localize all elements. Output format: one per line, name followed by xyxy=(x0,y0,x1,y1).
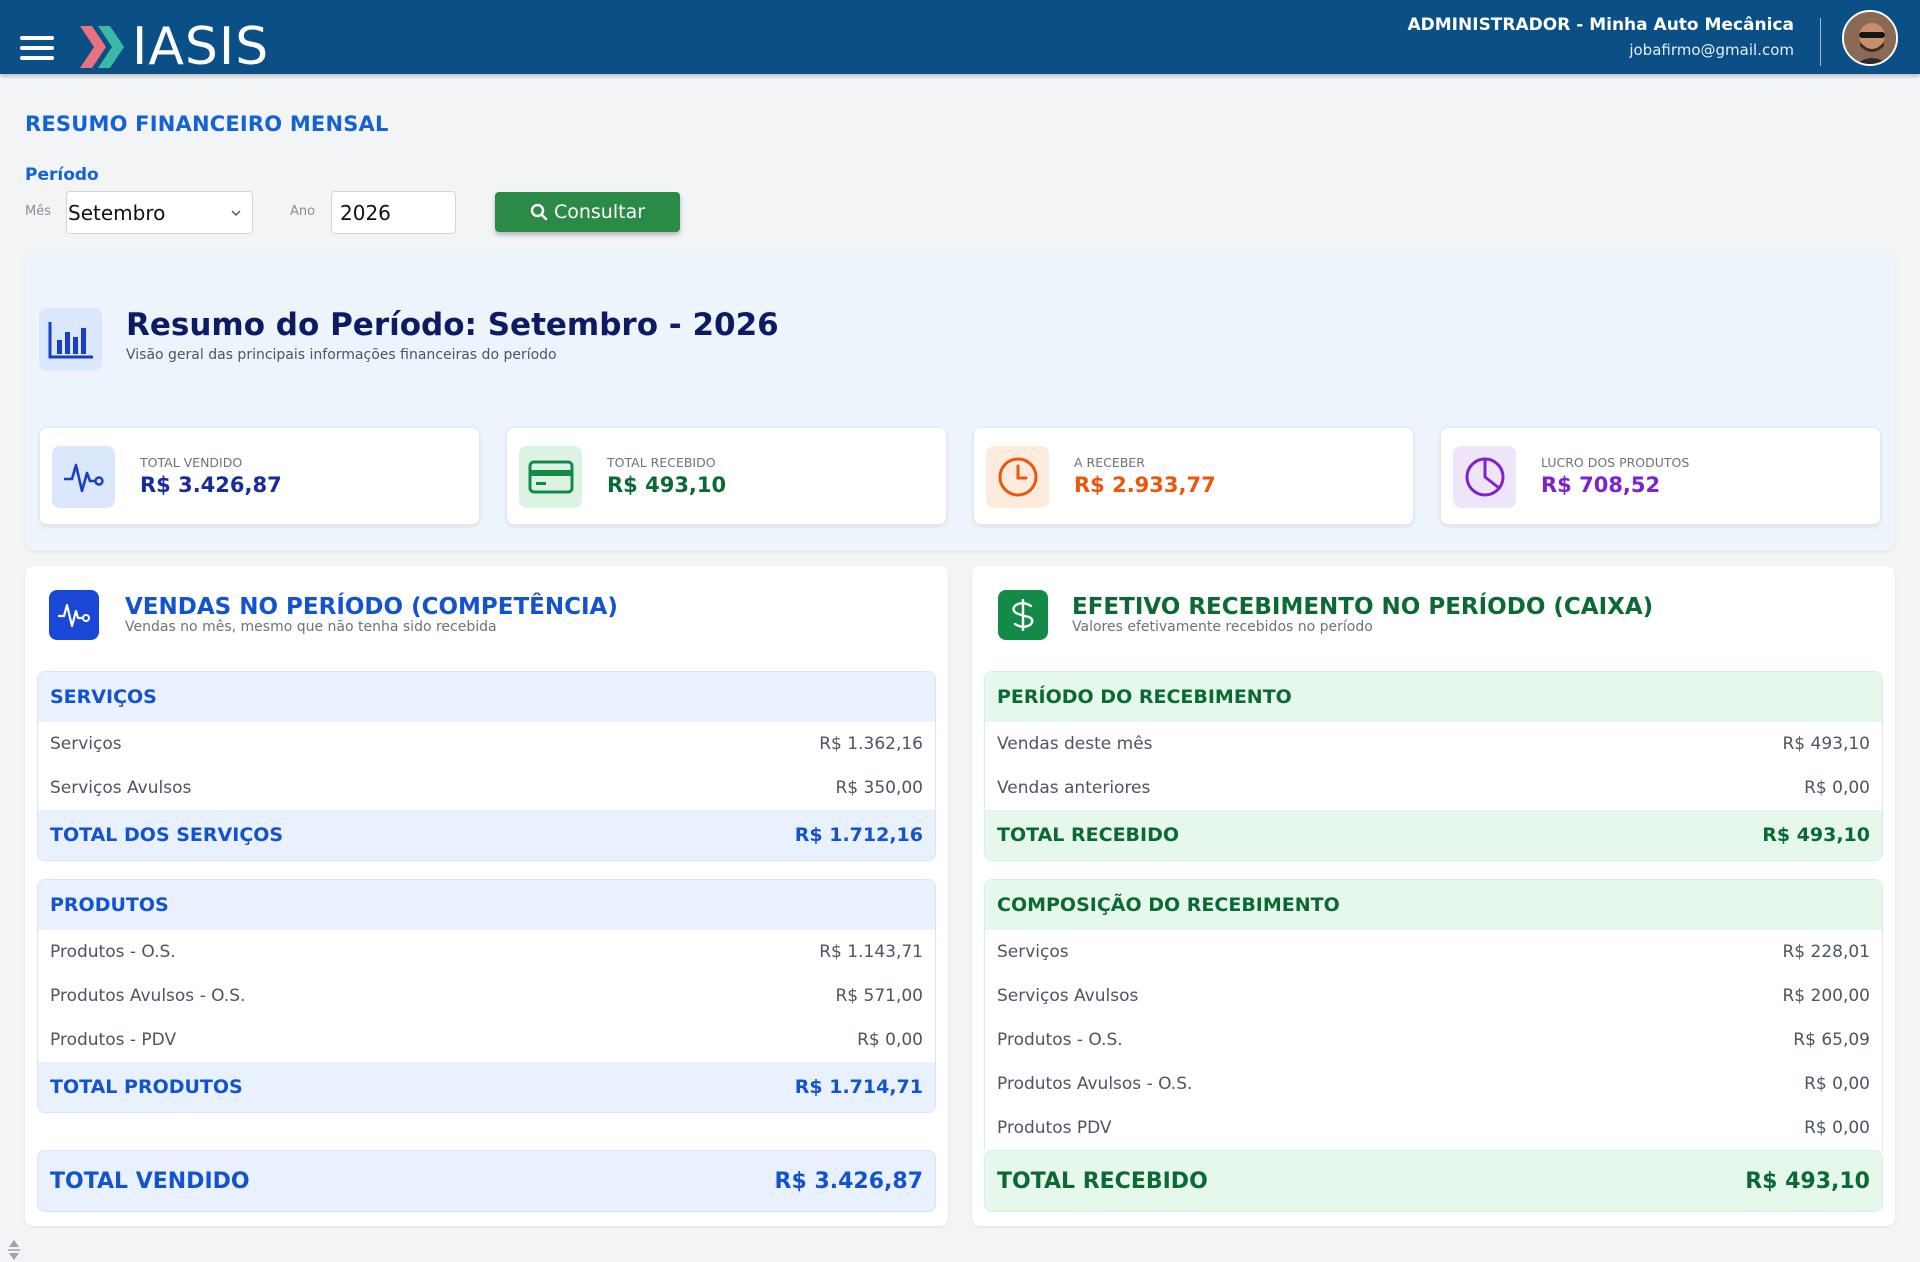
receipts-title: EFETIVO RECEBIMENTO NO PERÍODO (CAIXA) xyxy=(1072,594,1654,620)
list-item: Produtos Avulsos - O.S. R$ 0,00 xyxy=(997,1074,1870,1094)
products-group: PRODUTOS Produtos - O.S. R$ 1.143,71 Prod… xyxy=(37,879,936,1113)
pie-chart-icon xyxy=(1453,446,1516,508)
kpi-label: LUCRO DOS PRODUTOS xyxy=(1541,455,1690,470)
month-label: Mês xyxy=(25,204,51,219)
receipts-panel: EFETIVO RECEBIMENTO NO PERÍODO (CAIXA) V… xyxy=(972,566,1895,1226)
top-bar: IASIS ADMINISTRADOR - Minha Auto Mecânic… xyxy=(0,0,1920,74)
consult-button-label: Consultar xyxy=(553,201,646,223)
list-item: Produtos - PDV R$ 0,00 xyxy=(50,1030,923,1050)
list-item: Serviços R$ 1.362,16 xyxy=(50,734,923,754)
grand-total-received: TOTAL RECEBIDO R$ 493,10 xyxy=(984,1150,1883,1212)
services-heading: SERVIÇOS xyxy=(38,672,935,722)
month-select[interactable]: Setembro xyxy=(66,191,253,234)
page-title: RESUMO FINANCEIRO MENSAL xyxy=(25,112,389,136)
clock-icon xyxy=(986,446,1049,508)
logo[interactable]: IASIS xyxy=(80,17,270,77)
kpi-value: R$ 2.933,77 xyxy=(1074,473,1216,497)
kpi-label: TOTAL RECEBIDO xyxy=(607,455,716,470)
products-total: TOTAL PRODUTOS R$ 1.714,71 xyxy=(38,1062,935,1112)
user-role-company: ADMINISTRADOR - Minha Auto Mecânica xyxy=(1407,15,1795,35)
list-item: Produtos PDV R$ 0,00 xyxy=(997,1118,1870,1138)
period-label: Período xyxy=(25,165,99,185)
avatar[interactable] xyxy=(1842,10,1898,66)
logo-text: IASIS xyxy=(132,17,270,77)
kpi-total-sold: TOTAL VENDIDO R$ 3.426,87 xyxy=(39,427,480,525)
kpi-value: R$ 3.426,87 xyxy=(140,473,282,497)
kpi-value: R$ 708,52 xyxy=(1541,473,1661,497)
receipts-subtitle: Valores efetivamente recebidos no períod… xyxy=(1072,619,1373,635)
kpi-product-profit: LUCRO DOS PRODUTOS R$ 708,52 xyxy=(1440,427,1881,525)
receipt-composition-group: COMPOSIÇÃO DO RECEBIMENTO Serviços R$ 228… xyxy=(984,879,1883,1150)
summary-title: Resumo do Período: Setembro - 2026 xyxy=(126,307,779,343)
receipt-period-heading: PERÍODO DO RECEBIMENTO xyxy=(985,672,1882,722)
kpi-to-receive: A RECEBER R$ 2.933,77 xyxy=(973,427,1414,525)
list-item: Produtos - O.S. R$ 65,09 xyxy=(997,1030,1870,1050)
kpi-label: TOTAL VENDIDO xyxy=(140,455,243,470)
consult-button[interactable]: Consultar xyxy=(495,192,680,232)
services-group: SERVIÇOS Serviços R$ 1.362,16 Serviços Av… xyxy=(37,671,936,861)
user-email: jobafirmo@gmail.com xyxy=(1629,41,1794,59)
sales-subtitle: Vendas no mês, mesmo que não tenha sido … xyxy=(125,619,497,635)
list-item: Vendas deste mês R$ 493,10 xyxy=(997,734,1870,754)
chevron-down-icon xyxy=(231,210,241,217)
list-item: Serviços Avulsos R$ 350,00 xyxy=(50,778,923,798)
credit-card-icon xyxy=(519,446,582,508)
menu-icon[interactable] xyxy=(20,36,54,64)
year-input[interactable] xyxy=(331,191,456,234)
receipt-composition-heading: COMPOSIÇÃO DO RECEBIMENTO xyxy=(985,880,1882,930)
year-label: Ano xyxy=(290,204,316,219)
kpi-label: A RECEBER xyxy=(1074,455,1145,470)
receipt-period-group: PERÍODO DO RECEBIMENTO Vendas deste mês R… xyxy=(984,671,1883,861)
products-heading: PRODUTOS xyxy=(38,880,935,930)
logo-chevrons-icon xyxy=(80,26,124,68)
bar-chart-icon xyxy=(39,308,102,371)
sales-panel: VENDAS NO PERÍODO (COMPETÊNCIA) Vendas n… xyxy=(25,566,948,1226)
search-icon xyxy=(530,203,548,221)
receipt-period-total: TOTAL RECEBIDO R$ 493,10 xyxy=(985,810,1882,860)
header-divider xyxy=(1820,18,1821,66)
summary-subtitle: Visão geral das principais informações f… xyxy=(126,347,557,363)
kpi-value: R$ 493,10 xyxy=(607,473,727,497)
kpi-total-received: TOTAL RECEBIDO R$ 493,10 xyxy=(506,427,947,525)
list-item: Produtos - O.S. R$ 1.143,71 xyxy=(50,942,923,962)
list-item: Produtos Avulsos - O.S. R$ 571,00 xyxy=(50,986,923,1006)
dollar-icon xyxy=(998,590,1048,640)
sales-title: VENDAS NO PERÍODO (COMPETÊNCIA) xyxy=(125,594,618,620)
month-select-value: Setembro xyxy=(68,200,166,225)
activity-icon xyxy=(52,446,115,508)
activity-icon xyxy=(49,590,99,640)
grand-total-sold: TOTAL VENDIDO R$ 3.426,87 xyxy=(37,1150,936,1212)
period-summary: Resumo do Período: Setembro - 2026 Visão… xyxy=(25,251,1895,551)
services-total: TOTAL DOS SERVIÇOS R$ 1.712,16 xyxy=(38,810,935,860)
list-item: Serviços Avulsos R$ 200,00 xyxy=(997,986,1870,1006)
user-info: ADMINISTRADOR - Minha Auto Mecânica joba… xyxy=(1408,14,1795,61)
resize-handle-icon[interactable] xyxy=(6,1238,22,1262)
list-item: Vendas anteriores R$ 0,00 xyxy=(997,778,1870,798)
list-item: Serviços R$ 228,01 xyxy=(997,942,1870,962)
